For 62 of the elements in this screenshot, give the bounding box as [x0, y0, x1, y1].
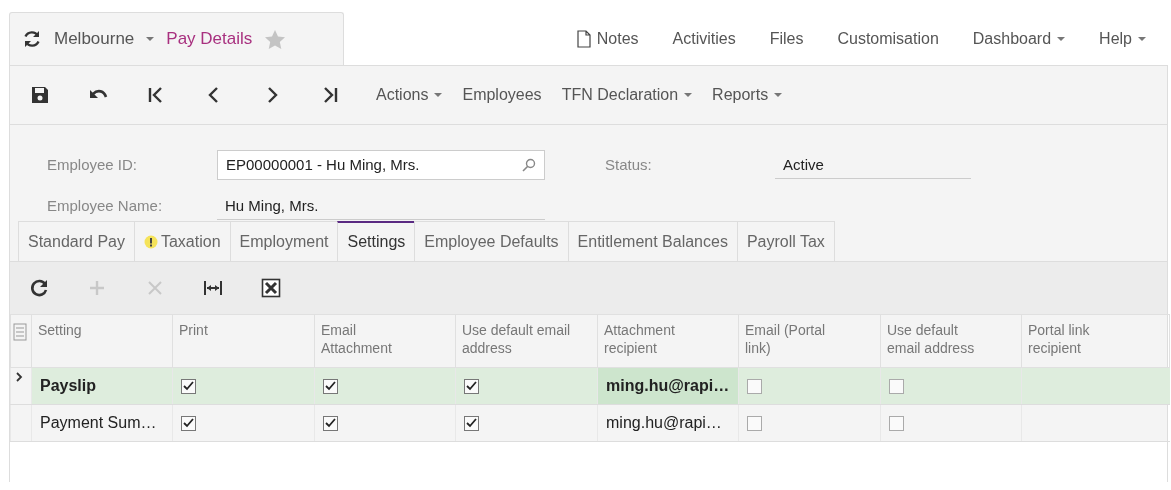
table-cell: Payslip: [31, 367, 173, 405]
caret-icon: [774, 93, 783, 97]
status-value: Active: [775, 150, 971, 180]
branch-name[interactable]: Melbourne: [54, 29, 135, 49]
checkbox[interactable]: [323, 415, 338, 431]
check-icon: [183, 381, 194, 391]
menu-button[interactable]: Actions: [376, 86, 459, 104]
toolbar-button[interactable]: Employees: [462, 86, 558, 104]
warning-icon: [143, 234, 158, 249]
field-label: Employee Name:: [47, 197, 164, 215]
menu-button[interactable]: TFN Declaration: [561, 86, 709, 104]
excel-icon[interactable]: [261, 278, 281, 298]
column-header[interactable]: Portal link recipient: [1021, 314, 1170, 368]
document-icon: [576, 30, 591, 48]
menu-button[interactable]: Reports: [712, 86, 799, 104]
caret-icon: [434, 93, 443, 97]
column-header[interactable]: Print: [172, 314, 315, 368]
column-header[interactable]: Email Attachment: [314, 314, 456, 368]
column-header[interactable]: Attachment recipient: [597, 314, 739, 368]
header-link[interactable]: Help: [1082, 30, 1163, 48]
check-icon: [466, 418, 477, 428]
column-header[interactable]: Use default email address: [455, 314, 598, 368]
header-link[interactable]: Customisation: [820, 30, 956, 48]
header-link[interactable]: Files: [752, 30, 821, 48]
checkbox[interactable]: [181, 415, 196, 431]
table-cell: ming.hu@rapi…: [597, 367, 739, 405]
checkbox[interactable]: [747, 415, 762, 431]
column-header[interactable]: Use default email address: [880, 314, 1022, 368]
check-icon: [183, 418, 194, 428]
star-icon[interactable]: [264, 28, 287, 50]
fit-width-icon[interactable]: [203, 278, 223, 298]
save-icon[interactable]: [30, 85, 50, 105]
checkbox[interactable]: [889, 378, 904, 394]
header-link[interactable]: Dashboard: [955, 30, 1083, 48]
refresh-icon[interactable]: [22, 29, 42, 49]
checkbox[interactable]: [181, 378, 196, 394]
header-link[interactable]: Activities: [655, 30, 753, 48]
checkbox[interactable]: [889, 415, 904, 431]
refresh-icon[interactable]: [29, 278, 49, 298]
checkbox[interactable]: [464, 415, 479, 431]
check-icon: [466, 381, 477, 391]
checkbox[interactable]: [747, 378, 762, 394]
caret-icon: [1057, 37, 1066, 41]
employee-id-field[interactable]: EP00000001 - Hu Ming, Mrs.: [217, 149, 545, 180]
check-icon: [325, 418, 336, 428]
check-icon: [325, 381, 336, 391]
employee-name-value: Hu Ming, Mrs.: [217, 191, 545, 221]
caret-icon: [684, 93, 693, 97]
table-cell: Payment Sum…: [31, 404, 173, 442]
field-label: Employee ID:: [47, 156, 139, 174]
checkbox[interactable]: [464, 378, 479, 394]
screen-title: Pay Details: [166, 29, 253, 49]
caret-icon: [1138, 37, 1146, 41]
column-header[interactable]: Setting: [31, 314, 173, 368]
column-header[interactable]: Email (Portal link): [738, 314, 881, 368]
table-cell: ming.hu@rapi…: [597, 404, 739, 442]
columns-icon: [13, 323, 27, 341]
caret-icon: [146, 37, 155, 41]
field-label: Status:: [605, 156, 653, 174]
header-link[interactable]: Notes: [559, 30, 656, 48]
checkbox[interactable]: [323, 378, 338, 394]
search-icon[interactable]: [522, 157, 536, 172]
